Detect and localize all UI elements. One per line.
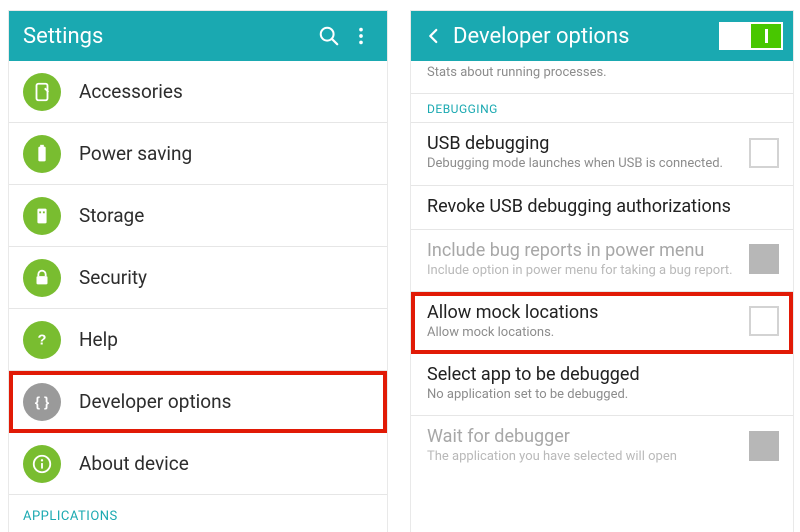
lock-icon bbox=[23, 259, 61, 297]
settings-item-label: About device bbox=[79, 452, 373, 475]
settings-item-label: Power saving bbox=[79, 142, 373, 165]
settings-item-label: Accessories bbox=[79, 80, 373, 103]
developer-appbar: Developer options bbox=[411, 11, 793, 61]
help-icon: ? bbox=[23, 321, 61, 359]
settings-list: Accessories Power saving Storage Securit… bbox=[9, 61, 387, 530]
overflow-menu-button[interactable] bbox=[345, 25, 377, 47]
checkbox bbox=[749, 244, 779, 274]
developer-options-screen: Developer options Stats about running pr… bbox=[410, 10, 794, 532]
braces-icon: { } bbox=[23, 383, 61, 421]
settings-item-storage[interactable]: Storage bbox=[9, 185, 387, 247]
back-button[interactable] bbox=[425, 24, 443, 48]
developer-title: Developer options bbox=[453, 24, 719, 49]
settings-item-label: Help bbox=[79, 328, 373, 351]
dev-item-sub: Include option in power menu for taking … bbox=[427, 263, 737, 279]
dev-item-sub: Debugging mode launches when USB is conn… bbox=[427, 156, 737, 172]
storage-icon bbox=[23, 197, 61, 235]
settings-title: Settings bbox=[23, 24, 313, 49]
settings-item-developer-options[interactable]: { } Developer options bbox=[9, 371, 387, 433]
dev-item-sub: No application set to be debugged. bbox=[427, 387, 767, 403]
settings-item-power-saving[interactable]: Power saving bbox=[9, 123, 387, 185]
dev-item-title: Include bug reports in power menu bbox=[427, 240, 737, 261]
checkbox bbox=[749, 431, 779, 461]
dev-item-process-stats[interactable]: Stats about running processes. bbox=[411, 61, 793, 94]
dev-item-title: Select app to be debugged bbox=[427, 364, 767, 385]
settings-item-accessories[interactable]: Accessories bbox=[9, 61, 387, 123]
search-icon bbox=[318, 25, 340, 47]
checkbox[interactable] bbox=[749, 306, 779, 336]
dev-item-title: Revoke USB debugging authorizations bbox=[427, 196, 767, 217]
accessories-icon bbox=[23, 73, 61, 111]
settings-item-security[interactable]: Security bbox=[9, 247, 387, 309]
svg-text:{ }: { } bbox=[35, 394, 50, 409]
section-header-debugging: DEBUGGING bbox=[411, 94, 793, 123]
dev-item-sub: Stats about running processes. bbox=[427, 65, 767, 81]
dev-item-usb-debugging[interactable]: USB debugging Debugging mode launches wh… bbox=[411, 123, 793, 185]
dev-item-mock-locations[interactable]: Allow mock locations Allow mock location… bbox=[411, 292, 793, 354]
dev-item-title: USB debugging bbox=[427, 133, 737, 154]
info-icon bbox=[23, 445, 61, 483]
svg-text:?: ? bbox=[38, 332, 47, 348]
settings-item-label: Developer options bbox=[79, 390, 373, 413]
settings-item-label: Security bbox=[79, 266, 373, 289]
more-vert-icon bbox=[350, 25, 372, 47]
dev-item-bug-reports: Include bug reports in power menu Includ… bbox=[411, 230, 793, 292]
chevron-left-icon bbox=[425, 24, 443, 48]
search-button[interactable] bbox=[313, 25, 345, 47]
dev-item-sub: The application you have selected will o… bbox=[427, 449, 737, 465]
section-header-applications: APPLICATIONS bbox=[9, 495, 387, 530]
dev-item-wait-debugger: Wait for debugger The application you ha… bbox=[411, 416, 793, 477]
settings-item-label: Storage bbox=[79, 204, 373, 227]
master-toggle[interactable] bbox=[719, 22, 783, 50]
dev-item-select-debug-app[interactable]: Select app to be debugged No application… bbox=[411, 354, 793, 416]
checkbox[interactable] bbox=[749, 138, 779, 168]
battery-icon bbox=[23, 135, 61, 173]
dev-item-title: Allow mock locations bbox=[427, 302, 737, 323]
dev-item-sub: Allow mock locations. bbox=[427, 325, 737, 341]
settings-appbar: Settings bbox=[9, 11, 387, 61]
settings-item-about-device[interactable]: About device bbox=[9, 433, 387, 495]
dev-item-revoke-usb[interactable]: Revoke USB debugging authorizations bbox=[411, 186, 793, 230]
toggle-on-indicator bbox=[765, 29, 768, 43]
dev-item-title: Wait for debugger bbox=[427, 426, 737, 447]
settings-screen: Settings Accessories bbox=[8, 10, 388, 532]
settings-item-help[interactable]: ? Help bbox=[9, 309, 387, 371]
